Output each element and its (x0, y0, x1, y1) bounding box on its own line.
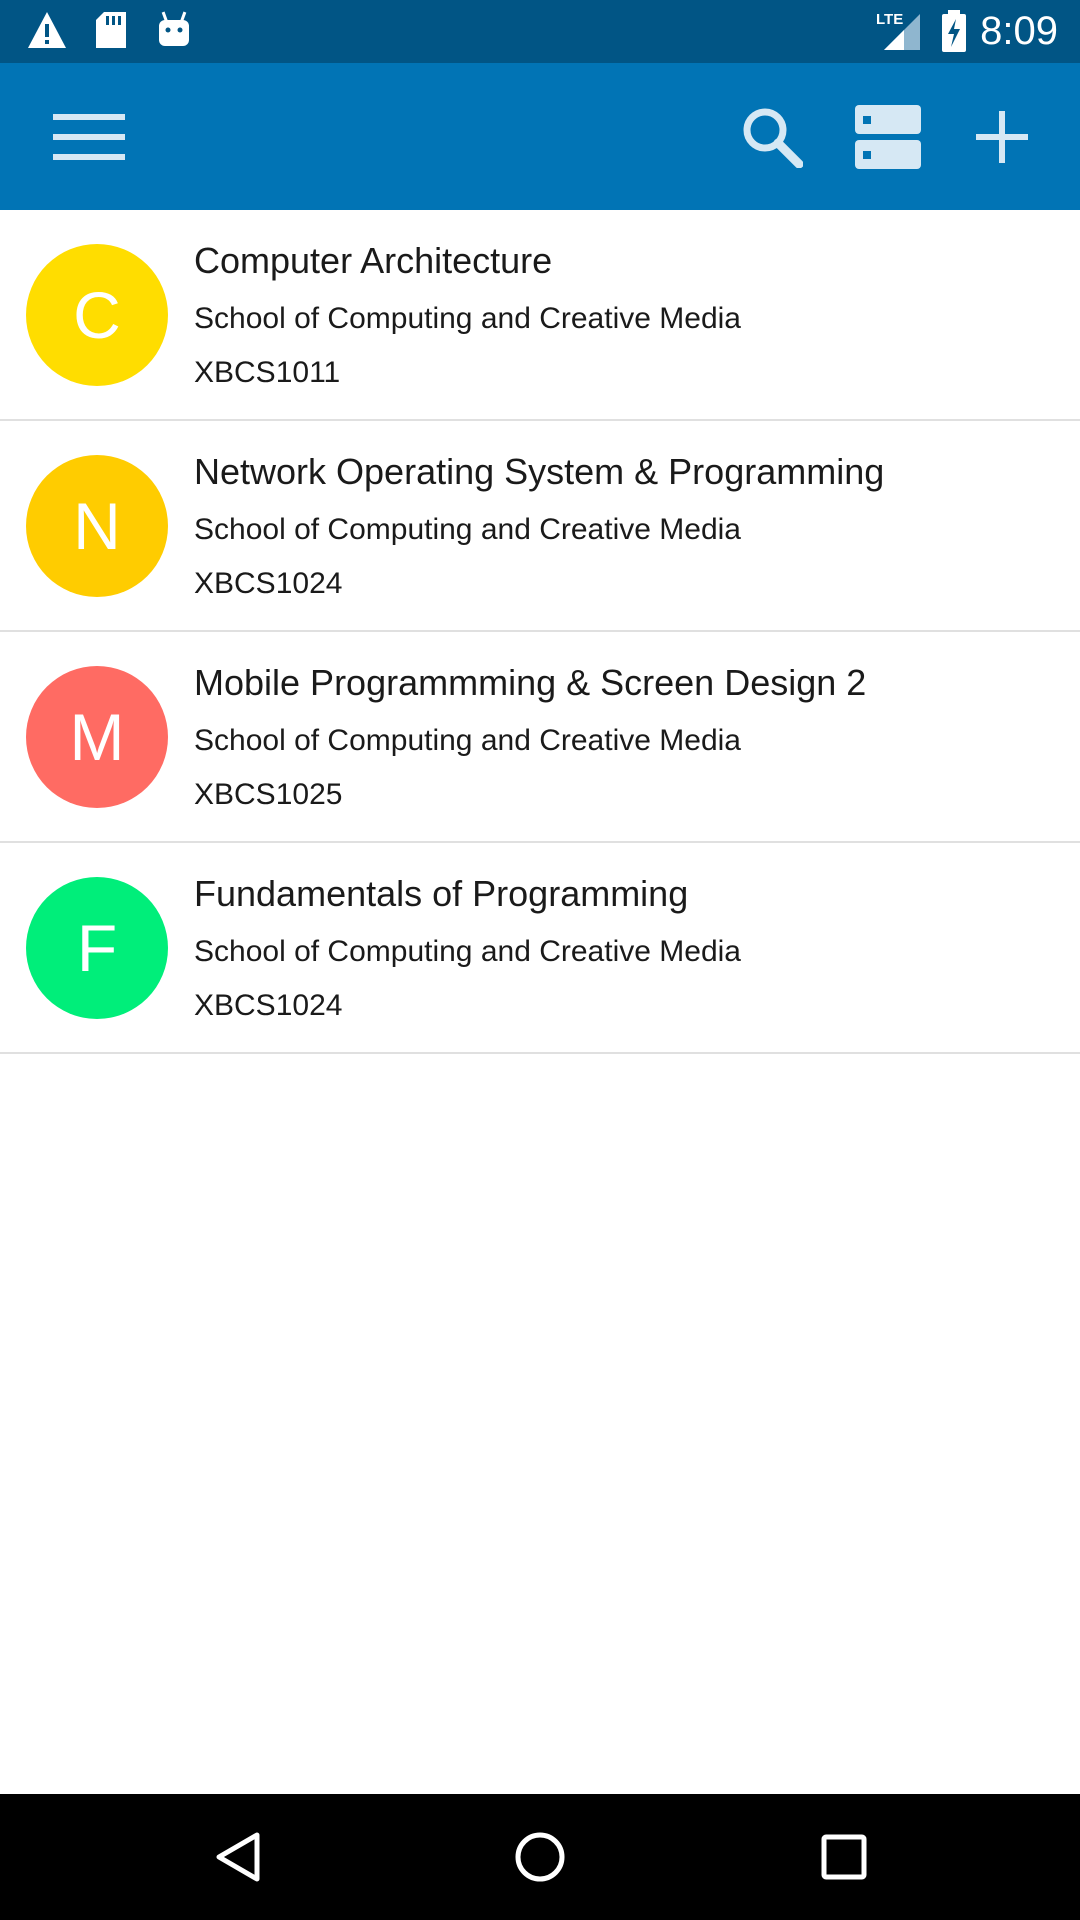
menu-button[interactable] (30, 63, 148, 210)
warning-icon (26, 10, 68, 55)
recents-button[interactable] (774, 1794, 914, 1920)
course-avatar: F (26, 877, 168, 1019)
menu-icon (53, 113, 125, 160)
course-title: Network Operating System & Programming (194, 451, 885, 492)
app-toolbar (0, 63, 1080, 210)
course-code: XBCS1011 (194, 356, 341, 389)
course-code: XBCS1024 (194, 989, 343, 1022)
search-icon (743, 108, 803, 168)
course-school: School of Computing and Creative Media (194, 935, 741, 968)
course-title: Computer Architecture (194, 240, 553, 281)
course-title: Fundamentals of Programming (194, 873, 689, 914)
system-nav-bar (0, 1794, 1080, 1920)
back-icon (216, 1832, 260, 1882)
course-school: School of Computing and Creative Media (194, 724, 741, 757)
course-list-item[interactable]: N Network Operating System & Programming… (0, 421, 1080, 632)
signal-icon: LTE (876, 10, 922, 57)
storage-icon (855, 104, 921, 169)
status-time: 8:09 (980, 9, 1058, 53)
course-avatar: M (26, 666, 168, 808)
home-icon (515, 1832, 565, 1882)
course-school: School of Computing and Creative Media (194, 513, 741, 546)
course-list-item[interactable]: F Fundamentals of Programming School of … (0, 843, 1080, 1054)
battery-charging-icon (940, 10, 968, 57)
home-button[interactable] (470, 1794, 610, 1920)
course-code: XBCS1024 (194, 567, 343, 600)
svg-text:LTE: LTE (876, 11, 903, 28)
add-icon (976, 110, 1028, 163)
course-school: School of Computing and Creative Media (194, 302, 741, 335)
add-button[interactable] (952, 63, 1052, 210)
storage-button[interactable] (838, 63, 938, 210)
course-list-item[interactable]: C Computer Architecture School of Comput… (0, 210, 1080, 421)
course-avatar: C (26, 244, 168, 386)
recents-icon (821, 1834, 867, 1880)
course-code: XBCS1025 (194, 778, 343, 811)
back-button[interactable] (168, 1794, 308, 1920)
android-icon (156, 10, 192, 55)
course-list-item[interactable]: M Mobile Programmming & Screen Design 2 … (0, 632, 1080, 843)
course-title: Mobile Programmming & Screen Design 2 (194, 662, 867, 703)
course-avatar: N (26, 455, 168, 597)
course-list: C Computer Architecture School of Comput… (0, 210, 1080, 1054)
sd-card-icon (94, 10, 128, 55)
status-bar: LTE 8:09 (0, 0, 1080, 63)
search-button[interactable] (722, 63, 822, 210)
